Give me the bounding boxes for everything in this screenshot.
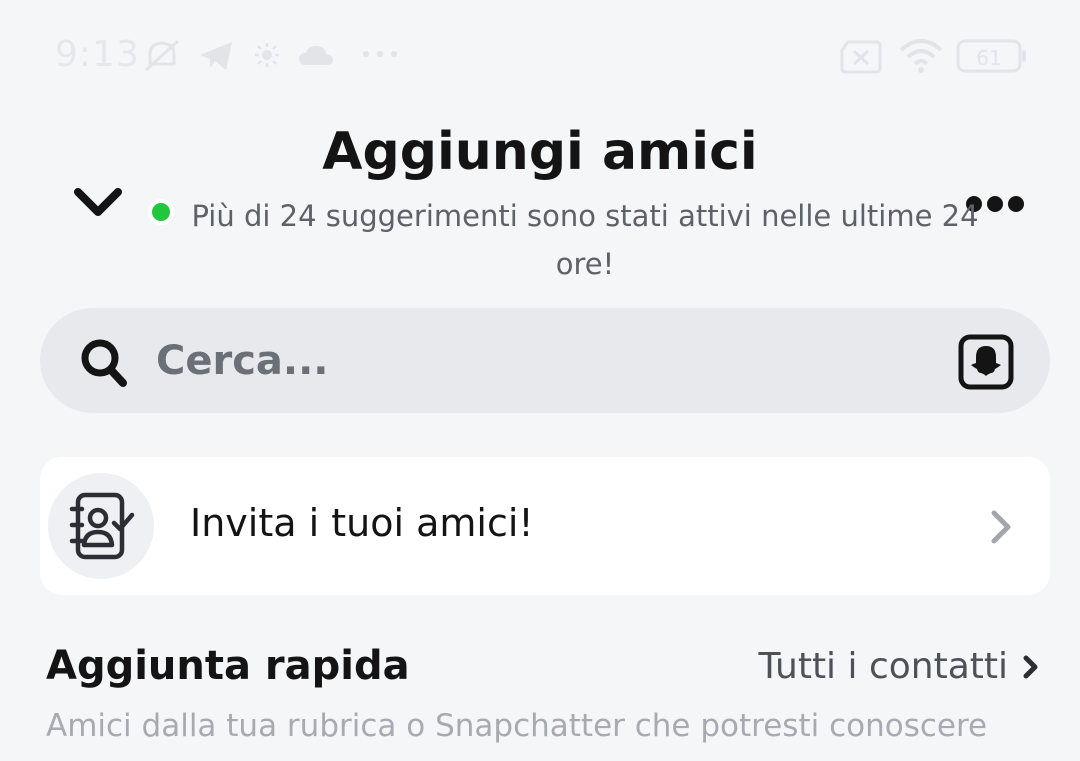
quick-add-description: Amici dalla tua rubrica o Snapchatter ch…	[46, 708, 988, 744]
chevron-right-icon	[991, 510, 1011, 544]
telegram-icon	[198, 40, 234, 72]
collapse-button[interactable]	[68, 178, 128, 228]
chevron-down-icon	[74, 188, 122, 216]
battery-icon: 61	[956, 38, 1028, 74]
mute-icon	[142, 38, 182, 74]
battery-level: 61	[976, 46, 1001, 70]
cloud-icon	[298, 44, 334, 66]
more-notifications-icon	[360, 44, 400, 64]
status-time: 9:13	[55, 34, 140, 75]
search-icon	[81, 339, 127, 387]
page-title: Aggiungi amici	[322, 122, 758, 182]
all-contacts-link[interactable]: Tutti i contatti	[758, 646, 1040, 687]
all-contacts-label: Tutti i contatti	[758, 646, 1008, 687]
sim-off-icon	[840, 40, 882, 74]
status-bar: 9:13 61	[0, 0, 1080, 110]
invite-icon-container	[48, 473, 154, 579]
invite-friends-card[interactable]: Invita i tuoi amici!	[40, 457, 1050, 595]
search-input[interactable]	[156, 328, 916, 394]
search-bar[interactable]	[40, 308, 1050, 413]
active-suggestions-subtitle: Più di 24 suggerimenti sono stati attivi…	[191, 199, 979, 281]
snapcode-scan-button[interactable]	[958, 334, 1014, 390]
snapcode-ghost-icon	[958, 334, 1014, 390]
online-status-dot	[148, 199, 174, 225]
weather-sun-icon	[254, 42, 280, 68]
quick-add-title: Aggiunta rapida	[46, 643, 410, 689]
wifi-icon	[898, 38, 944, 74]
contact-book-icon	[69, 492, 135, 560]
invite-friends-label: Invita i tuoi amici!	[190, 501, 534, 545]
chevron-right-small-icon	[1023, 655, 1038, 678]
